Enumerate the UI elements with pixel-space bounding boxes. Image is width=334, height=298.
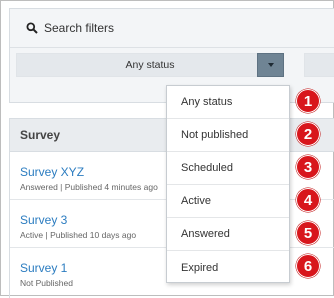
callout-badge-3: 3 [296,155,320,179]
callout-badge-5: 5 [296,221,320,245]
status-select[interactable]: Any status [16,53,284,77]
search-filters-label: Search filters [44,21,115,35]
search-icon [26,22,38,34]
status-option-active[interactable]: Active [167,185,289,218]
callout-badge-4: 4 [296,188,320,212]
survey-meta: Answered | Published 4 minutes ago [20,182,158,192]
status-option-any[interactable]: Any status [167,86,289,119]
callout-badge-2: 2 [296,122,320,146]
status-option-scheduled[interactable]: Scheduled [167,152,289,185]
survey-title-link[interactable]: Survey 3 [20,213,67,227]
status-option-not-published[interactable]: Not published [167,119,289,152]
survey-meta: Active | Published 10 days ago [20,230,137,240]
survey-meta: Not Published [20,278,73,288]
status-dropdown-menu: Any status Not published Scheduled Activ… [166,85,290,283]
secondary-filter-select[interactable] [304,53,334,77]
status-select-value: Any status [125,59,175,71]
callout-badge-6: 6 [296,254,320,278]
callout-badge-1: 1 [296,89,320,113]
survey-title-link[interactable]: Survey XYZ [20,165,84,179]
status-option-expired[interactable]: Expired [167,251,289,284]
survey-title-link[interactable]: Survey 1 [20,261,67,275]
search-filters-field[interactable]: Search filters [10,9,334,48]
status-dropdown-toggle[interactable] [257,53,284,77]
chevron-down-icon [267,63,274,67]
status-option-answered[interactable]: Answered [167,218,289,251]
